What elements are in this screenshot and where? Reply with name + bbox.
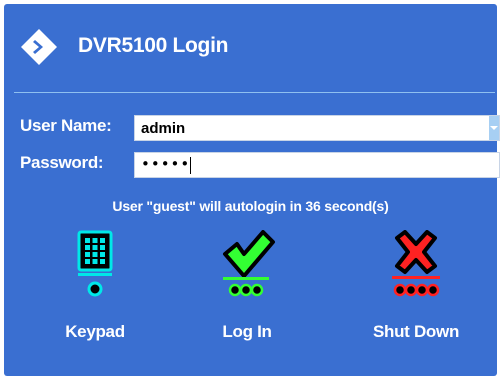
- shutdown-label: Shut Down: [372, 322, 460, 341]
- keypad-label: Keypad: [65, 322, 125, 341]
- header-divider: [14, 92, 495, 93]
- user-name-value: admin: [141, 120, 186, 137]
- user-name-select[interactable]: admin: [134, 115, 500, 141]
- keypad-button[interactable]: Keypad: [35, 230, 155, 350]
- user-name-label: User Name:: [20, 116, 112, 135]
- login-label: Log In: [222, 322, 272, 341]
- password-masked-value: •••••: [141, 155, 191, 173]
- dialog-header: DVR5100 Login: [4, 4, 497, 90]
- text-caret: [190, 157, 191, 174]
- dialog-title: DVR5100 Login: [78, 34, 229, 57]
- close-x-icon: [392, 230, 440, 297]
- login-dialog: DVR5100 Login User Name: admin Password:…: [4, 4, 500, 376]
- keypad-icon: [77, 230, 113, 297]
- logo-icon: [21, 29, 57, 65]
- chevron-down-icon[interactable]: [489, 116, 499, 140]
- login-button[interactable]: Log In: [187, 230, 307, 350]
- checkmark-icon: [223, 230, 275, 297]
- shutdown-button[interactable]: Shut Down: [356, 230, 476, 350]
- password-field[interactable]: •••••: [134, 152, 500, 178]
- autologin-notice: User "guest" will autologin in 36 second…: [112, 198, 389, 214]
- password-label: Password:: [20, 153, 104, 172]
